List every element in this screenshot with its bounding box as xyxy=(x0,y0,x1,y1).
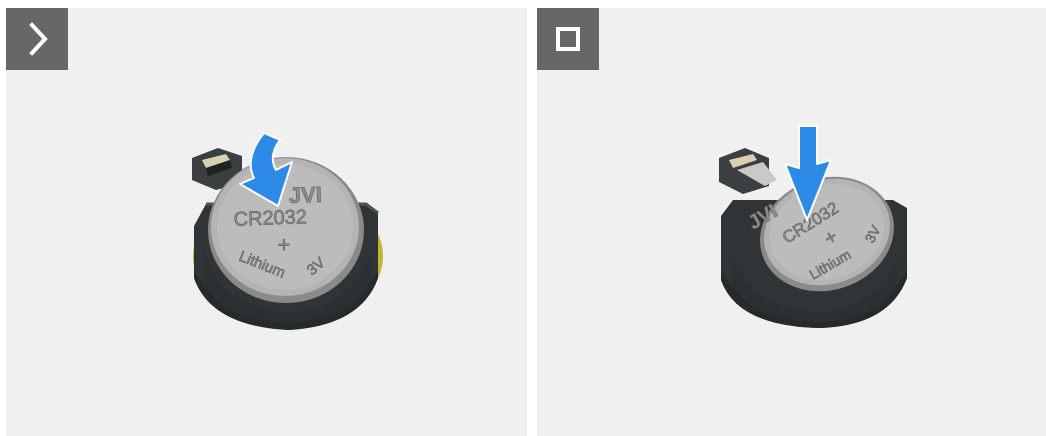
step-panel-seated: JVI CR2032 + Lithium 3V xyxy=(537,8,1046,436)
coin-plus-label: + xyxy=(277,232,291,257)
coin-brand-label: JVI xyxy=(288,182,322,208)
step-panel-insert: JVI CR2032 + Lithium 3V xyxy=(6,8,527,436)
coin-model-label: CR2032 xyxy=(233,206,307,231)
coin-battery-illustration: JVI CR2032 + Lithium 3V xyxy=(719,125,907,328)
coin-battery-illustration: JVI CR2032 + Lithium 3V xyxy=(192,132,383,330)
